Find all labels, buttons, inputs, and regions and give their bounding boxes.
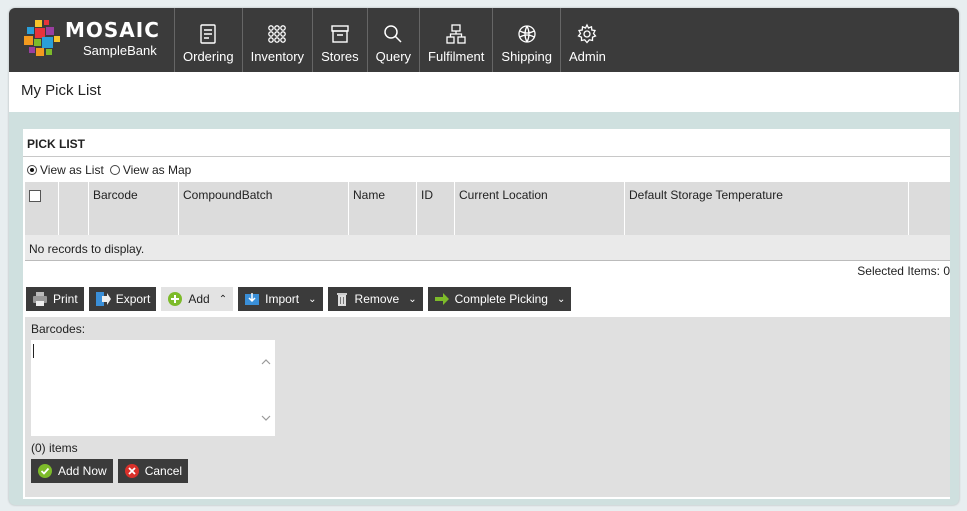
view-as-map-radio[interactable]: View as Map	[109, 163, 192, 177]
grid-icon	[268, 25, 287, 43]
arrow-right-icon	[434, 293, 449, 305]
chevron-down-icon: ⌄	[556, 293, 566, 305]
nav-stores[interactable]: Stores	[312, 8, 367, 72]
chevron-up-icon: ⌃	[218, 293, 228, 305]
blank-column	[909, 182, 950, 235]
panel-heading: PICK LIST	[27, 137, 86, 151]
nav-label: Shipping	[501, 49, 553, 64]
search-icon	[384, 25, 402, 43]
grid-header: Barcode CompoundBatch Name ID Current Lo…	[25, 182, 950, 235]
plus-circle-icon	[168, 292, 183, 306]
close-circle-icon	[124, 464, 139, 478]
button-label: Import	[265, 292, 300, 306]
page-title: My Pick List	[21, 82, 102, 99]
top-navigation-bar: MOSAIC SampleBank Ordering Inventory Sto…	[9, 8, 959, 72]
import-button[interactable]: Import ⌄	[238, 287, 323, 311]
nav-shipping[interactable]: Shipping	[492, 8, 560, 72]
complete-picking-button[interactable]: Complete Picking ⌄	[427, 287, 572, 311]
cancel-button[interactable]: Cancel	[117, 459, 189, 483]
list-icon	[200, 24, 216, 44]
select-all-column	[25, 182, 59, 235]
column-id[interactable]: ID	[417, 182, 455, 235]
button-label: Cancel	[144, 464, 183, 478]
pick-list-panel: PICK LIST View as List View as Map Barco…	[23, 129, 950, 499]
radio-indicator[interactable]	[109, 165, 120, 175]
items-count: (0) items	[31, 441, 78, 455]
hierarchy-icon	[446, 24, 466, 44]
print-button[interactable]: Print	[26, 287, 84, 311]
text-cursor	[33, 344, 34, 358]
column-barcode[interactable]: Barcode	[89, 182, 179, 235]
mosaic-logo	[24, 20, 60, 56]
globe-icon	[518, 25, 536, 43]
brand-subtitle: SampleBank	[83, 43, 157, 58]
brand: MOSAIC SampleBank	[65, 20, 160, 58]
chevron-down-icon: ⌄	[308, 293, 317, 305]
nav-inventory[interactable]: Inventory	[241, 8, 312, 72]
nav-label: Admin	[569, 49, 606, 64]
nav-admin[interactable]: Admin	[560, 8, 614, 72]
nav-label: Ordering	[183, 49, 234, 64]
add-now-button[interactable]: Add Now	[31, 459, 113, 483]
brand-name: MOSAIC	[65, 18, 160, 42]
nav-query[interactable]: Query	[366, 8, 419, 72]
button-label: Remove	[354, 292, 400, 306]
radio-label: View as List	[40, 163, 104, 177]
radio-indicator[interactable]	[27, 165, 37, 175]
empty-message: No records to display.	[25, 235, 950, 261]
textarea-scrollbar[interactable]	[257, 340, 275, 436]
button-label: Complete Picking	[454, 292, 548, 306]
button-label: Add Now	[58, 464, 107, 478]
barcodes-textarea[interactable]	[31, 340, 275, 436]
nav-label: Query	[375, 49, 412, 64]
add-button[interactable]: Add ⌃	[161, 287, 234, 311]
app-window: MOSAIC SampleBank Ordering Inventory Sto…	[9, 8, 959, 505]
remove-button[interactable]: Remove ⌄	[327, 287, 423, 311]
barcodes-label: Barcodes:	[31, 322, 86, 336]
column-current-location[interactable]: Current Location	[455, 182, 625, 235]
view-as-list-radio[interactable]: View as List	[27, 163, 104, 177]
divider	[23, 156, 950, 157]
button-label: Print	[53, 292, 78, 306]
check-circle-icon	[38, 464, 52, 478]
page-title-bar: My Pick List	[9, 72, 959, 112]
nav-label: Stores	[321, 49, 359, 64]
column-default-storage-temperature[interactable]: Default Storage Temperature	[625, 182, 909, 235]
radio-label: View as Map	[122, 163, 192, 177]
view-toggle: View as List View as Map	[27, 163, 191, 177]
import-icon	[245, 293, 260, 305]
toolbar: Print Export Add ⌃ Import ⌄ Remove ⌄ Com…	[26, 287, 572, 311]
nav-label: Inventory	[250, 49, 305, 64]
add-actions: Add Now Cancel	[31, 459, 189, 483]
nav-fulfilment[interactable]: Fulfilment	[419, 8, 492, 72]
trash-icon	[336, 293, 347, 306]
export-button[interactable]: Export	[88, 287, 157, 311]
column-compoundbatch[interactable]: CompoundBatch	[179, 182, 349, 235]
nav-label: Fulfilment	[428, 49, 485, 64]
button-label: Export	[115, 292, 151, 306]
main-nav: Ordering Inventory Stores Query Fulfilme…	[174, 8, 614, 72]
nav-ordering[interactable]: Ordering	[174, 8, 242, 72]
printer-icon	[33, 292, 47, 306]
chevron-down-icon: ⌄	[408, 293, 417, 305]
blank-column	[59, 182, 89, 235]
column-name[interactable]: Name	[349, 182, 417, 235]
selected-items-count: Selected Items: 0	[857, 264, 950, 278]
export-icon	[95, 292, 111, 306]
gear-icon	[577, 23, 597, 44]
add-barcodes-panel: Barcodes: (0) items Add Now Cancel	[25, 317, 950, 497]
archive-icon	[331, 25, 349, 43]
button-label: Add	[188, 292, 210, 306]
select-all-checkbox[interactable]	[29, 190, 41, 202]
